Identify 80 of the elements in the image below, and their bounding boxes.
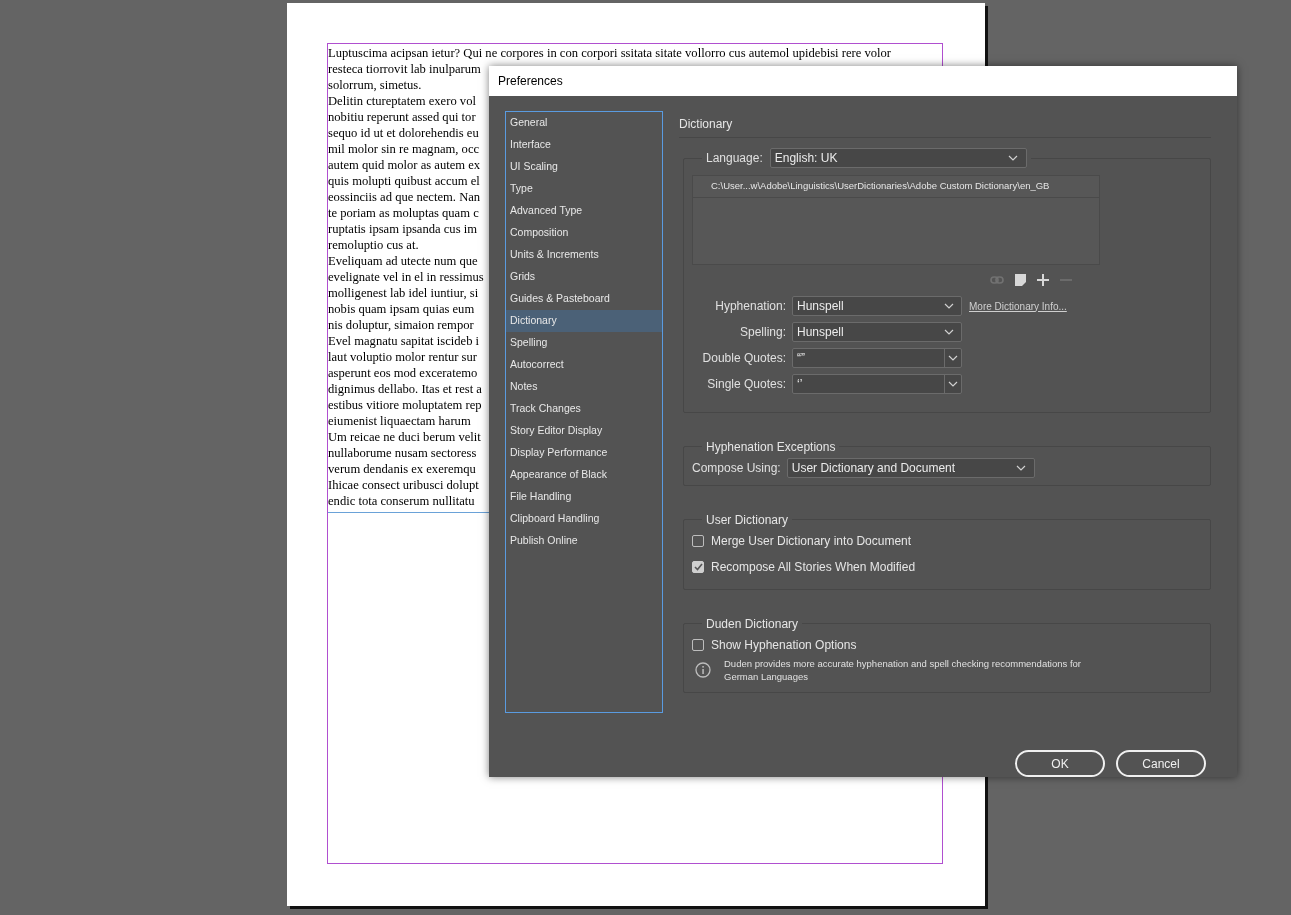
add-icon[interactable] (1037, 274, 1049, 286)
text-line: dignimus dellabo. Itas et rest a (328, 381, 482, 397)
text-line: Delitin ctureptatem exero vol (328, 93, 476, 109)
category-item[interactable]: Type (506, 178, 662, 200)
dialog-button[interactable]: Cancel (1116, 750, 1206, 777)
text-line: laut voluptio molor rentur sur (328, 349, 477, 365)
text-line: Eveliquam ad utecte num que (328, 253, 478, 269)
text-line: te poriam as moluptas quam c (328, 205, 479, 221)
text-line: eiumenist liquaectam harum (328, 413, 471, 429)
text-line: endic tota conserum nullitatu (328, 493, 475, 509)
field-label: Hyphenation: (714, 298, 786, 315)
text-line: evelignate vel in el in ressimus (328, 269, 484, 285)
category-item[interactable]: Notes (506, 376, 662, 398)
category-item[interactable]: Publish Online (506, 530, 662, 552)
text-line: verum dendanis ex exeremqu (328, 461, 476, 477)
category-item[interactable]: Units & Increments (506, 244, 662, 266)
checkbox-label: Merge User Dictionary into Document (711, 533, 912, 550)
category-item[interactable]: Appearance of Black (506, 464, 662, 486)
text-line: Luptuscima acipsan ietur? Qui ne corpores in con corpori ssitata sitate vollorro cus autemol upidebisi rere volor (328, 45, 892, 61)
category-item[interactable]: Clipboard Handling (506, 508, 662, 530)
text-line: asperunt eos mod exceratemo (328, 365, 478, 381)
text-line: molligenest lab idel iuntiur, si (328, 285, 479, 301)
text-line: mil molor sin re magnam, occ (328, 141, 480, 157)
category-item[interactable]: Track Changes (506, 398, 662, 420)
text-line: eossinciis ad que nectem. Nan (328, 189, 481, 205)
dictionary-path[interactable]: C:\User...w\Adobe\Linguistics\UserDictionaries\Adobe Custom Dictionary\en_GB (693, 176, 1099, 198)
checkbox-label: Recompose All Stories When Modified (711, 559, 916, 576)
text-line: solorrum, simetus. (328, 77, 422, 93)
text-line: remoluptio cus at. (328, 237, 419, 253)
category-item[interactable]: Autocorrect (506, 354, 662, 376)
text-line: ruptatis ipsam ipsanda cus im (328, 221, 477, 237)
dialog-button[interactable]: OK (1015, 750, 1105, 777)
field-label: Double Quotes: (701, 350, 786, 367)
info-icon (695, 662, 711, 678)
checkbox[interactable] (692, 639, 704, 651)
checkbox[interactable] (692, 561, 704, 573)
combo-box[interactable]: ‘’ (792, 374, 962, 394)
more-info-link[interactable]: More Dictionary Info... (969, 298, 1067, 314)
section-title: Hyphenation Exceptions (706, 440, 836, 454)
category-item[interactable]: General (506, 112, 662, 134)
combo-box[interactable]: “” (792, 348, 962, 368)
field-label: Spelling: (738, 324, 786, 341)
text-line: estibus vitiore moluptatem rep (328, 397, 482, 413)
dropdown[interactable]: Hunspell (792, 322, 962, 342)
category-item[interactable]: Grids (506, 266, 662, 288)
category-item[interactable]: Composition (506, 222, 662, 244)
category-item[interactable]: File Handling (506, 486, 662, 508)
category-item[interactable]: Story Editor Display (506, 420, 662, 442)
text-line: nullaborume nusam sectoress (328, 445, 477, 461)
checkbox-label: Show Hyphenation Options (711, 637, 857, 654)
field-label: Compose Using: (692, 460, 781, 477)
text-line: Ihicae consect uribusci dolupt (328, 477, 479, 493)
category-item[interactable]: Dictionary (506, 310, 662, 332)
category-item[interactable]: Spelling (506, 332, 662, 354)
text-line: nobis quam ipsam quias eum (328, 301, 475, 317)
category-item[interactable]: Advanced Type (506, 200, 662, 222)
dropdown[interactable]: User Dictionary and Document (786, 458, 1035, 478)
dropdown[interactable]: Hunspell (792, 296, 962, 316)
checkbox[interactable] (692, 535, 704, 547)
page-icon[interactable] (1015, 274, 1026, 286)
text-line: resteca tiorrovit lab inulparum (328, 61, 481, 77)
text-line: nobitiu reperunt assed qui tor (328, 109, 476, 125)
panel-title: Dictionary (679, 117, 733, 131)
section-title: Duden Dictionary (706, 617, 799, 631)
language-dropdown[interactable]: English: UK (769, 148, 1027, 168)
category-item[interactable]: Display Performance (506, 442, 662, 464)
text-line: sequo id ut et dolorehendis eu (328, 125, 479, 141)
text-line: nis doluptur, simaion rempor (328, 317, 474, 333)
section-title: User Dictionary (706, 513, 789, 527)
window-title: Preferences (498, 73, 563, 90)
category-item[interactable]: UI Scaling (506, 156, 662, 178)
text-line: Evel magnatu sapitat iscideb i (328, 333, 480, 349)
category-item[interactable]: Interface (506, 134, 662, 156)
text-line: Um reicae ne duci berum velit (328, 429, 481, 445)
field-label: Single Quotes: (706, 376, 786, 393)
text-line: autem quid molor as autem ex (328, 157, 481, 173)
category-item[interactable]: Guides & Pasteboard (506, 288, 662, 310)
text-line: quis molupti quibust accum el (328, 173, 480, 189)
field-label: Language: (706, 150, 763, 167)
info-text: Duden provides more accurate hyphenation and spell checking recommendations for German Languages (724, 657, 1082, 683)
